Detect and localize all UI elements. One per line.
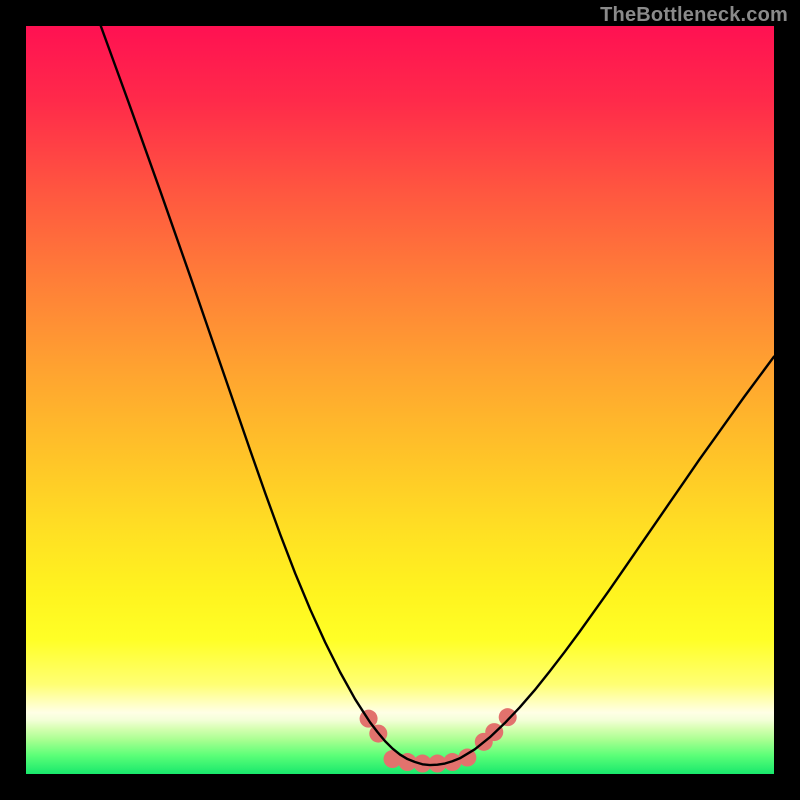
- bottleneck-curve: [101, 26, 774, 765]
- plot-area: [26, 26, 774, 774]
- watermark-text: TheBottleneck.com: [600, 4, 788, 27]
- curve-layer: [26, 26, 774, 774]
- chart-frame: TheBottleneck.com: [0, 0, 800, 800]
- highlight-dot: [499, 708, 517, 726]
